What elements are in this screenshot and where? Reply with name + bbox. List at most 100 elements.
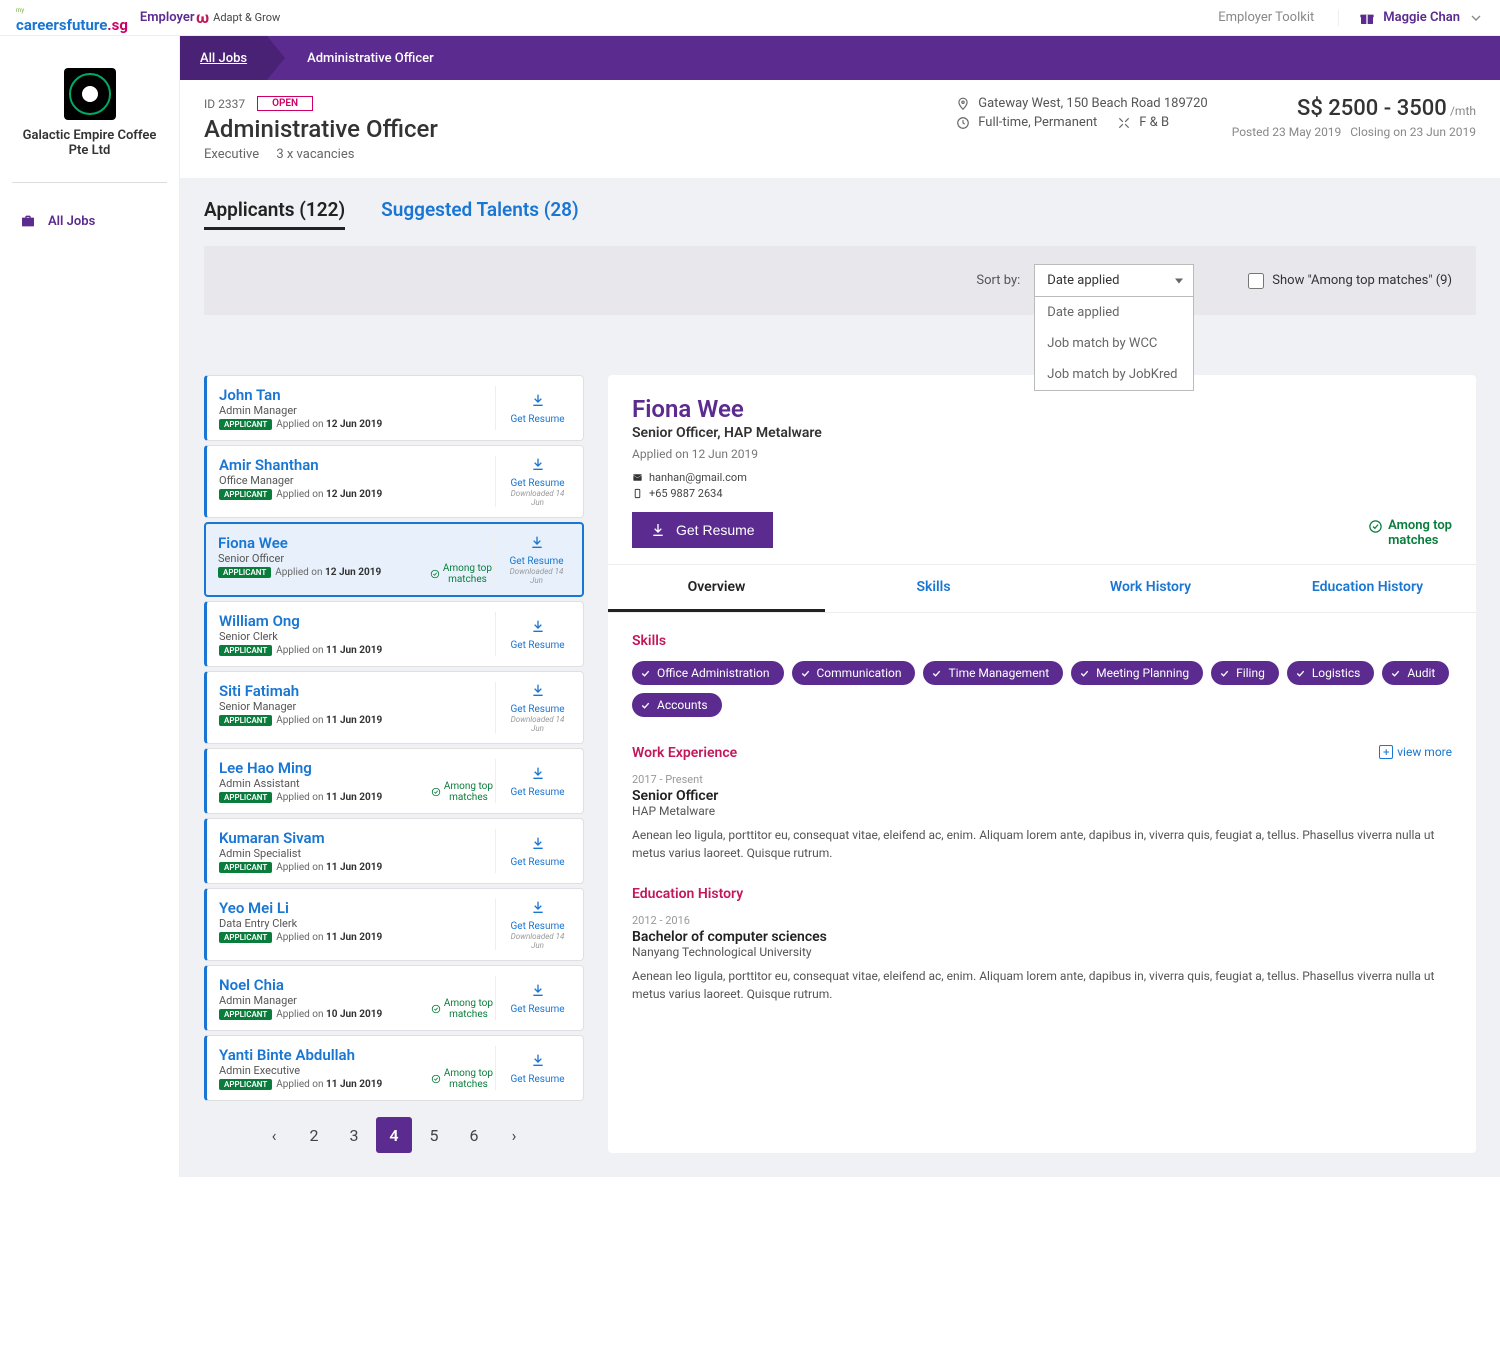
show-top-matches-checkbox[interactable] <box>1248 273 1264 289</box>
skills-section-title: Skills <box>632 633 1452 649</box>
get-resume-label: Get Resume <box>510 640 564 651</box>
check-icon <box>931 668 942 679</box>
get-resume-label: Get Resume <box>510 921 564 932</box>
get-resume-action[interactable]: Get ResumeDownloaded 14 Jun <box>494 534 570 585</box>
get-resume-action[interactable]: Get Resume <box>495 976 571 1020</box>
sort-select[interactable]: Date applied Date appliedJob match by WC… <box>1034 264 1194 297</box>
page-2[interactable]: 2 <box>296 1117 332 1153</box>
get-resume-label: Get Resume <box>510 704 564 715</box>
get-resume-action[interactable]: Get ResumeDownloaded 14 Jun <box>495 456 571 507</box>
download-icon <box>529 534 545 550</box>
get-resume-action[interactable]: Get Resume <box>495 759 571 803</box>
applicant-card[interactable]: Amir ShanthanOffice ManagerAPPLICANTAppl… <box>204 445 584 518</box>
tab-suggested-talents[interactable]: Suggested Talents (28) <box>381 198 579 230</box>
applicant-badge: APPLICANT <box>219 1079 272 1090</box>
applicant-badge: APPLICANT <box>219 932 272 943</box>
sort-option[interactable]: Job match by WCC <box>1035 328 1193 359</box>
top-match-badge: Among topmatches <box>431 998 493 1020</box>
applicant-card[interactable]: John TanAdmin ManagerAPPLICANTApplied on… <box>204 375 584 441</box>
gift-icon <box>1359 10 1375 26</box>
adapt-grow-icon: ω <box>196 8 209 27</box>
skill-pill: Time Management <box>923 661 1063 685</box>
applicant-detail-panel: Fiona Wee Senior Officer, HAP Metalware … <box>608 375 1476 1153</box>
applicant-card[interactable]: Yeo Mei LiData Entry Clerk APPLICANTAppli… <box>204 888 584 961</box>
applicant-applied: APPLICANTApplied on 11 Jun 2019 <box>219 715 495 726</box>
applicant-card[interactable]: Kumaran SivamAdmin SpecialistAPPLICANTAp… <box>204 818 584 884</box>
adapt-grow-text: Adapt & Grow <box>213 11 280 24</box>
applicant-card[interactable]: Lee Hao MingAdmin AssistantAPPLICANTAppl… <box>204 748 584 814</box>
page-prev[interactable]: ‹ <box>256 1117 292 1153</box>
page-4[interactable]: 4 <box>376 1117 412 1153</box>
skill-label: Audit <box>1407 666 1435 680</box>
skill-pill: Filing <box>1211 661 1279 685</box>
applicant-name: Lee Hao Ming <box>219 759 495 777</box>
applicant-card[interactable]: Fiona WeeSenior OfficerAPPLICANTApplied … <box>204 522 584 597</box>
applicant-applied: APPLICANTApplied on 12 Jun 2019 <box>219 489 495 500</box>
sort-selected-value: Date applied <box>1047 273 1119 288</box>
page-3[interactable]: 3 <box>336 1117 372 1153</box>
detail-name: Fiona Wee <box>632 395 1452 423</box>
applicant-card[interactable]: Siti FatimahSenior ManagerAPPLICANTAppli… <box>204 671 584 744</box>
get-resume-action[interactable]: Get Resume <box>495 386 571 430</box>
phone-icon <box>632 488 643 499</box>
detail-tab-overview[interactable]: Overview <box>608 565 825 612</box>
applicant-role: Senior Manager <box>219 700 495 713</box>
get-resume-action[interactable]: Get Resume <box>495 1046 571 1090</box>
get-resume-action[interactable]: Get Resume <box>495 612 571 656</box>
page-5[interactable]: 5 <box>416 1117 452 1153</box>
skill-label: Office Administration <box>657 666 770 680</box>
view-more-link[interactable]: +view more <box>1379 745 1452 759</box>
breadcrumb-all-jobs[interactable]: All Jobs <box>180 36 267 80</box>
skill-pill: Logistics <box>1287 661 1374 685</box>
skill-pill: Communication <box>792 661 916 685</box>
company-name: Galactic Empire Coffee Pte Ltd <box>16 128 163 158</box>
skill-label: Meeting Planning <box>1096 666 1189 680</box>
downloaded-date: Downloaded 14 Jun <box>503 567 570 585</box>
download-icon <box>530 765 546 781</box>
check-circle-icon <box>430 569 440 579</box>
check-icon <box>640 668 651 679</box>
applicant-role: Senior Clerk <box>219 630 495 643</box>
job-meta: Gateway West, 150 Beach Road 189720 Full… <box>956 96 1207 162</box>
get-resume-action[interactable]: Get Resume <box>495 829 571 873</box>
work-entry: 2017 - Present Senior Officer HAP Metalw… <box>632 773 1452 862</box>
download-icon <box>530 1052 546 1068</box>
sidebar-item-all-jobs[interactable]: All Jobs <box>12 207 167 235</box>
sort-option[interactable]: Date applied <box>1035 297 1193 328</box>
status-badge: OPEN <box>257 96 313 111</box>
applicant-role: Data Entry Clerk <box>219 917 495 930</box>
logo-suffix: .sg <box>107 16 128 34</box>
tab-applicants[interactable]: Applicants (122) <box>204 198 345 230</box>
user-menu[interactable]: Maggie Chan <box>1338 10 1484 26</box>
detail-tab-skills[interactable]: Skills <box>825 565 1042 612</box>
breadcrumb: All Jobs Administrative Officer <box>180 36 1500 80</box>
applicant-name: Yanti Binte Abdullah <box>219 1046 495 1064</box>
location-icon <box>956 97 970 111</box>
applicant-card[interactable]: Noel ChiaAdmin ManagerAPPLICANTApplied o… <box>204 965 584 1031</box>
job-location: Gateway West, 150 Beach Road 189720 <box>978 96 1207 111</box>
get-resume-button[interactable]: Get Resume <box>632 512 773 548</box>
applicant-card[interactable]: Yanti Binte AbdullahAdmin ExecutiveAPPLI… <box>204 1035 584 1101</box>
logo[interactable]: my careersfuture.sg Employer <box>16 1 196 34</box>
work-dates: 2017 - Present <box>632 773 1452 786</box>
page-next[interactable]: › <box>496 1117 532 1153</box>
adapt-grow-logo[interactable]: ω Adapt & Grow <box>196 8 280 27</box>
show-top-matches-toggle[interactable]: Show "Among top matches" (9) <box>1248 273 1452 289</box>
applicant-card[interactable]: William OngSenior ClerkAPPLICANTApplied … <box>204 601 584 667</box>
check-icon <box>1079 668 1090 679</box>
sort-option[interactable]: Job match by JobKred <box>1035 359 1193 390</box>
applicant-name: Yeo Mei Li <box>219 899 495 917</box>
detail-tab-work[interactable]: Work History <box>1042 565 1259 612</box>
employer-toolkit-link[interactable]: Employer Toolkit <box>1218 10 1314 25</box>
download-icon <box>530 682 546 698</box>
top-match-badge: Among topmatches <box>431 781 493 803</box>
applicant-applied: APPLICANTApplied on 11 Jun 2019 <box>219 932 495 943</box>
get-resume-action[interactable]: Get ResumeDownloaded 14 Jun <box>495 682 571 733</box>
top-match-badge: Among topmatches <box>430 563 492 585</box>
skill-pills: Office Administration Communication Time M… <box>632 661 1452 717</box>
get-resume-action[interactable]: Get ResumeDownloaded 14 Jun <box>495 899 571 950</box>
detail-tab-education[interactable]: Education History <box>1259 565 1476 612</box>
applicant-badge: APPLICANT <box>219 645 272 656</box>
page-6[interactable]: 6 <box>456 1117 492 1153</box>
sidebar: Galactic Empire Coffee Pte Ltd All Jobs <box>0 36 180 1177</box>
